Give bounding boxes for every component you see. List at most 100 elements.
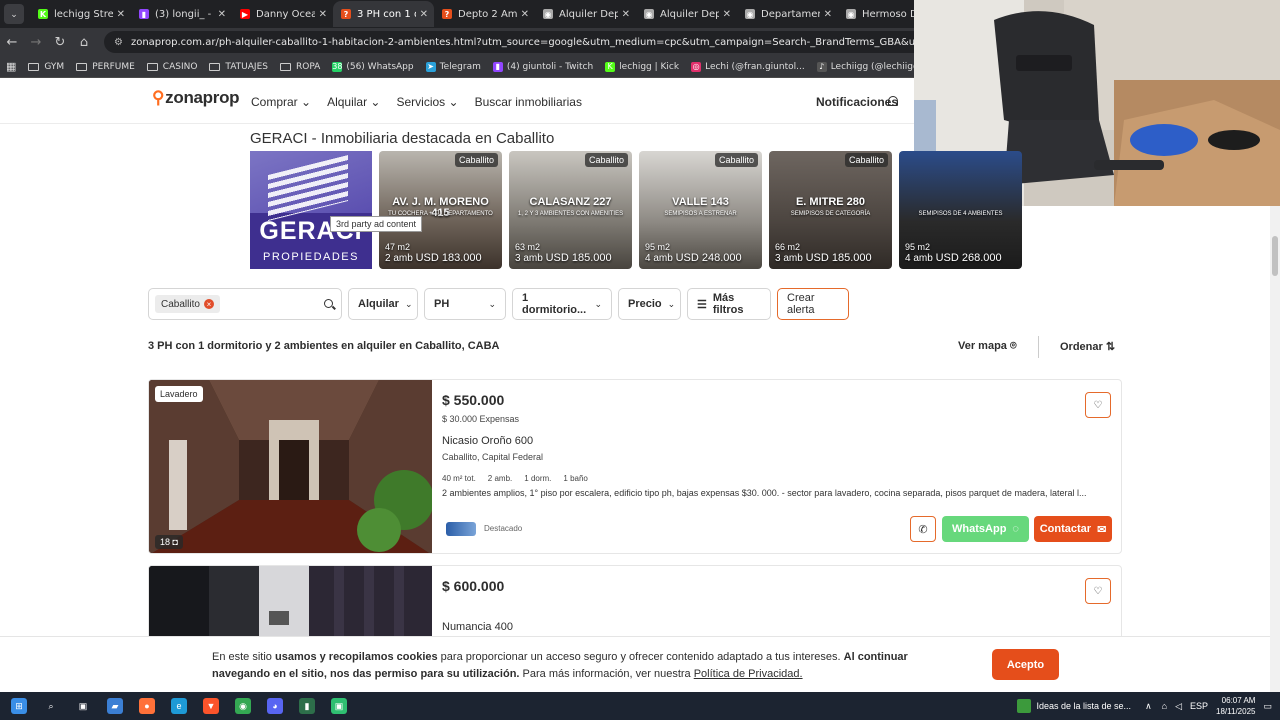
bookmark-item[interactable]: ▮ (4) giuntoli - Twitch: [492, 61, 593, 72]
bookmark-item[interactable]: ◎ Lechi (@fran.giuntol...: [691, 61, 805, 72]
sort-label: Ordenar: [1060, 341, 1103, 353]
chip-remove-icon[interactable]: ×: [203, 299, 214, 309]
favorite-heart-icon[interactable]: ♡: [1085, 578, 1111, 604]
volume-icon[interactable]: ◁: [1175, 701, 1182, 712]
browser-tab[interactable]: ? Depto 2 Amb ✕: [434, 1, 535, 27]
scroll-thumb[interactable]: [1272, 236, 1278, 276]
chevron-down-icon: ⌄: [667, 298, 676, 309]
taskbar-app-firefox[interactable]: ●: [132, 692, 162, 720]
main-menu-item[interactable]: Comprar ⌄: [251, 95, 311, 109]
bookmark-item[interactable]: Klechigg | Kick: [605, 61, 679, 72]
taskbar-app-search[interactable]: ⌕: [36, 692, 66, 720]
tab-close-icon[interactable]: ✕: [420, 9, 428, 20]
filter-dropdown[interactable]: Alquilar ⌄: [348, 288, 418, 320]
tab-close-icon[interactable]: ✕: [723, 9, 731, 20]
files-icon: ▰: [107, 698, 123, 714]
filter-dropdown[interactable]: Precio ⌄: [618, 288, 681, 320]
filter-dropdown[interactable]: 1 dormitorio... ⌄: [512, 288, 612, 320]
tab-search-button[interactable]: ⌄: [4, 4, 24, 24]
bookmark-item[interactable]: GYM: [28, 62, 64, 72]
tab-close-icon[interactable]: ✕: [521, 9, 529, 20]
listing-card[interactable]: Lavadero 18 ◘ $ 550.000 $ 30.000 Expensa…: [148, 379, 1122, 554]
bell-icon[interactable]: [888, 96, 898, 106]
more-filters-button[interactable]: ☰ Más filtros: [687, 288, 771, 320]
favorite-heart-icon[interactable]: ♡: [1085, 392, 1111, 418]
browser-tab[interactable]: ▶ Danny Ocean ✕: [232, 1, 333, 27]
accept-cookies-button[interactable]: Acepto: [992, 649, 1059, 680]
ad-property-card[interactable]: SEMIPISOS DE 4 AMBIENTES 95 m2 4 amb USD 2…: [899, 151, 1022, 269]
taskbar-app-taskview[interactable]: ▣: [68, 692, 98, 720]
ad-property-card[interactable]: Caballito E. MITRE 280 SEMIPISOS DE CATEGO…: [769, 151, 892, 269]
tab-close-icon[interactable]: ✕: [117, 9, 125, 20]
browser-tab[interactable]: ◉ Departamento ✕: [737, 1, 838, 27]
bookmark-item[interactable]: ROPA: [279, 62, 320, 72]
widget-icon[interactable]: [1016, 699, 1031, 713]
listing-photo[interactable]: Lavadero 18 ◘: [149, 380, 432, 553]
reload-icon[interactable]: ↻: [48, 35, 72, 50]
taskbar-app-chrome[interactable]: ◉: [228, 692, 258, 720]
ad-property-card[interactable]: Caballito VALLE 143 SEMIPISOS A ESTRENAR 95…: [639, 151, 762, 269]
bookmark-item[interactable]: CASINO: [146, 62, 197, 72]
main-menu-item[interactable]: Servicios ⌄: [397, 95, 459, 109]
apps-icon[interactable]: ▦: [6, 60, 16, 73]
privacy-policy-link[interactable]: Política de Privacidad.: [694, 668, 803, 680]
main-menu-item[interactable]: Buscar inmobiliarias: [475, 95, 582, 109]
forward-icon[interactable]: →: [24, 35, 48, 50]
main-menu: Comprar ⌄ Alquilar ⌄ Servicios ⌄ Buscar inm…: [251, 95, 598, 109]
tab-close-icon[interactable]: ✕: [622, 9, 630, 20]
listing-address[interactable]: Nicasio Oroño 600: [442, 435, 533, 447]
tab-close-icon[interactable]: ✕: [319, 9, 327, 20]
notification-icon[interactable]: ▭: [1263, 701, 1272, 712]
location-chip[interactable]: Caballito ×: [155, 295, 220, 313]
network-icon[interactable]: ⌂: [1162, 701, 1167, 711]
site-info-icon[interactable]: ⚙: [114, 37, 123, 48]
browser-tab[interactable]: ◉ Alquiler Depar ✕: [535, 1, 636, 27]
clock[interactable]: 06:07 AM 18/11/2025: [1216, 695, 1255, 717]
zonaprop-logo[interactable]: ⚲ zonaprop: [152, 88, 240, 108]
location-search-input[interactable]: Caballito ×: [148, 288, 342, 320]
taskbar-app-app2[interactable]: ▣: [324, 692, 354, 720]
taskbar-app-windows[interactable]: ⊞: [4, 692, 34, 720]
taskbar-app-brave[interactable]: ▼: [196, 692, 226, 720]
feature-item: 1 dorm.: [524, 474, 552, 483]
page-scrollbar[interactable]: [1270, 206, 1280, 692]
main-menu-item[interactable]: Alquilar ⌄: [327, 95, 380, 109]
phone-button[interactable]: ✆: [910, 516, 936, 542]
browser-tab[interactable]: ▮ (3) longii_ - Tw ✕: [131, 1, 232, 27]
notifications-link[interactable]: Notificaciones: [816, 95, 898, 109]
widget-text[interactable]: Ideas de la lista de se...: [1037, 701, 1132, 711]
geraci-logo-sub: PROPIEDADES: [263, 251, 359, 263]
bookmark-item[interactable]: PERFUME: [76, 62, 135, 72]
browser-tab[interactable]: ◉ Alquiler Depar ✕: [636, 1, 737, 27]
sort-button[interactable]: Ordenar ⇅: [1060, 340, 1115, 353]
bookmark-item[interactable]: ♪ Lechiigg (@lechiigg...: [816, 61, 927, 72]
geraci-logo-card[interactable]: GERACI PROPIEDADES: [250, 151, 372, 269]
tab-close-icon[interactable]: ✕: [218, 9, 226, 20]
bookmark-item[interactable]: 38 (56) WhatsApp: [332, 61, 414, 72]
browser-tab[interactable]: Klechigg Stream ✕: [30, 1, 131, 27]
taskbar-app-discord[interactable]: ◕: [260, 692, 290, 720]
back-icon[interactable]: ←: [0, 35, 24, 50]
whatsapp-button[interactable]: WhatsApp ◌: [942, 516, 1029, 542]
chevron-up-icon[interactable]: ∧: [1145, 701, 1152, 712]
contact-button[interactable]: Contactar ✉: [1034, 516, 1112, 542]
listing-description[interactable]: 2 ambientes amplios, 1° piso por escaler…: [442, 488, 1086, 498]
taskbar-app-app[interactable]: ▮: [292, 692, 322, 720]
browser-tab[interactable]: ? 3 PH con 1 do ✕: [333, 1, 434, 27]
ad-property-card[interactable]: Caballito CALASANZ 227 1, 2 Y 3 AMBIENTES …: [509, 151, 632, 269]
filter-bar: Caballito × Alquilar ⌄ PH ⌄ 1 dormitorio... ⌄ P…: [148, 288, 849, 320]
taskbar-app-files[interactable]: ▰: [100, 692, 130, 720]
ad-property-card[interactable]: Caballito AV. J. M. MORENO 415 TU COCHERA …: [379, 151, 502, 269]
home-icon[interactable]: ⌂: [72, 35, 96, 50]
bookmark-item[interactable]: TATUAJES: [209, 62, 268, 72]
language-indicator[interactable]: ESP: [1190, 701, 1208, 711]
map-link[interactable]: Ver mapa ⌾: [958, 340, 1017, 353]
taskbar-app-edge[interactable]: e: [164, 692, 194, 720]
bookmark-item[interactable]: ➤ Telegram: [425, 61, 481, 72]
publisher-logo[interactable]: [446, 522, 476, 536]
filter-dropdown[interactable]: PH ⌄: [424, 288, 506, 320]
tab-close-icon[interactable]: ✕: [824, 9, 832, 20]
create-alert-button[interactable]: Crear alerta: [777, 288, 849, 320]
search-icon[interactable]: [324, 299, 333, 308]
listing-address[interactable]: Numancia 400: [442, 621, 513, 633]
